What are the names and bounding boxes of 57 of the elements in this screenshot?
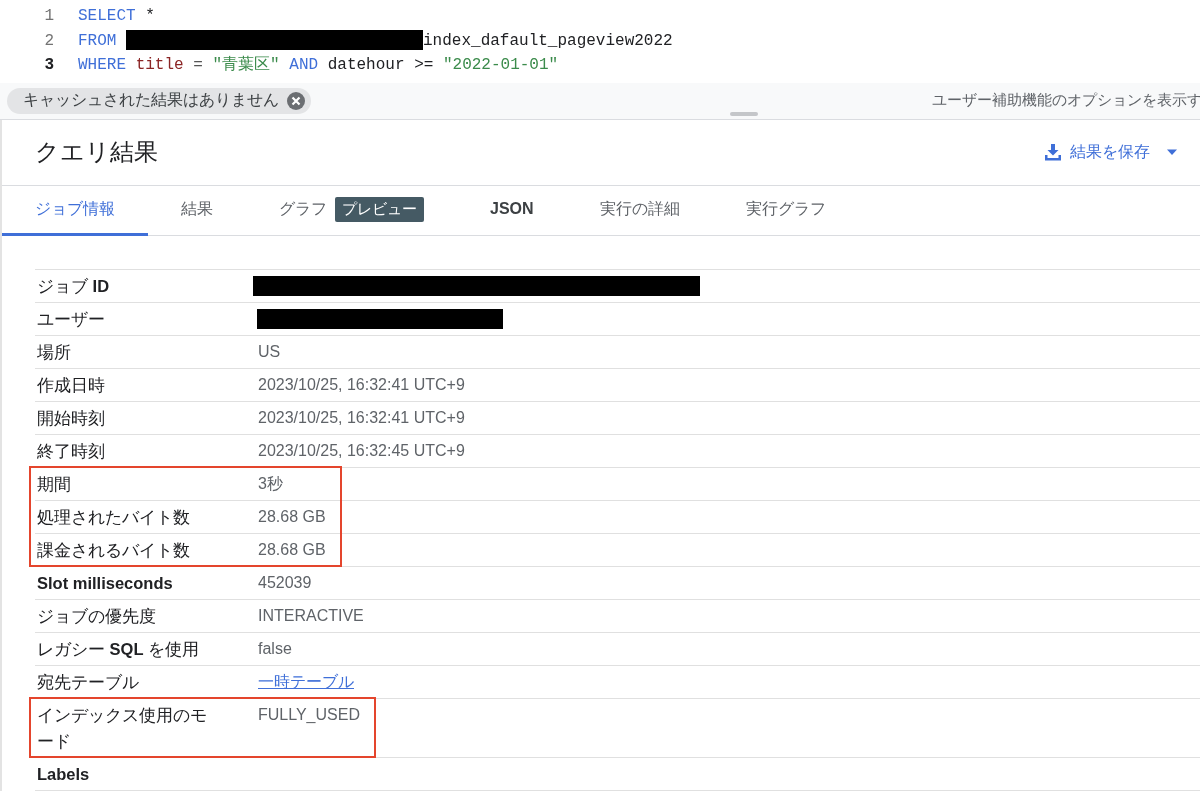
field-value: 28.68 GB xyxy=(258,506,326,527)
tab[interactable]: JSON xyxy=(457,185,567,236)
accessibility-options-link[interactable]: ユーザー補助機能のオプションを表示す xyxy=(932,91,1200,110)
string-literal: "青葉区" xyxy=(212,56,280,74)
field-label: インデックス使用のモード xyxy=(36,704,208,752)
field-value: 3秒 xyxy=(258,473,283,494)
field-label: 処理されたバイト数 xyxy=(36,506,191,528)
sql-keyword: AND xyxy=(289,56,319,74)
field-value: 2023/10/25, 16:32:45 UTC+9 xyxy=(258,440,465,461)
field-label: Labels xyxy=(36,763,91,785)
field-value: INTERACTIVE xyxy=(258,605,364,626)
tab[interactable]: 実行の詳細 xyxy=(566,185,713,236)
field-label: 課金されるバイト数 xyxy=(36,539,191,561)
code-text: >= xyxy=(414,56,434,74)
field-label: ジョブ ID xyxy=(36,275,111,297)
close-icon[interactable] xyxy=(287,91,305,110)
field-label: レガシー SQL を使用 xyxy=(36,638,201,660)
tab[interactable]: ジョブ情報 xyxy=(2,185,148,236)
field-value: US xyxy=(258,341,281,362)
field-value: 2023/10/25, 16:32:41 UTC+9 xyxy=(258,407,465,428)
field-label: ジョブの優先度 xyxy=(36,605,157,627)
code-text: index_dafault_pageview2022 xyxy=(423,31,673,50)
save-results-button[interactable]: 結果を保存 xyxy=(1040,137,1182,167)
field-label: 期間 xyxy=(36,473,72,495)
field-label: 開始時刻 xyxy=(36,407,106,429)
sql-keyword: WHERE xyxy=(78,56,126,74)
field-value: FULLY_USED xyxy=(258,704,360,725)
table-link[interactable]: 一時テーブル xyxy=(258,665,354,698)
string-literal: "2022-01-01" xyxy=(442,56,559,74)
preview-badge: プレビュー xyxy=(335,196,424,222)
line-number: 3 xyxy=(43,55,55,76)
resize-handle[interactable] xyxy=(730,111,758,116)
download-icon xyxy=(1044,143,1062,161)
line-number: 2 xyxy=(43,30,55,52)
panel-title: クエリ結果 xyxy=(35,137,158,167)
caret-icon xyxy=(1166,148,1178,156)
operator: = xyxy=(193,56,203,74)
sql-keyword: SELECT xyxy=(78,7,136,25)
line-number: 1 xyxy=(43,6,55,27)
tab-label[interactable]: グラフ xyxy=(279,198,327,220)
sql-keyword: FROM xyxy=(78,31,117,50)
field-label: 場所 xyxy=(36,341,72,363)
field-label: Slot milliseconds xyxy=(36,572,174,594)
field-value: 452039 xyxy=(258,572,312,593)
tab[interactable]: 実行グラフ xyxy=(712,185,859,236)
cache-status-chip: キャッシュされた結果はありません xyxy=(7,87,311,114)
code-text: datehour xyxy=(327,56,405,74)
field-value: 2023/10/25, 16:32:41 UTC+9 xyxy=(258,374,465,395)
field-label: 宛先テーブル xyxy=(36,671,140,693)
field-label: 終了時刻 xyxy=(36,440,106,462)
field-value: 28.68 GB xyxy=(258,539,326,560)
tab[interactable]: 結果 xyxy=(148,185,246,236)
field-value: false xyxy=(258,638,292,659)
field-label: ユーザー xyxy=(36,308,106,330)
field-label: 作成日時 xyxy=(36,374,106,396)
column-name: title xyxy=(135,56,184,74)
code-text: * xyxy=(145,7,155,25)
